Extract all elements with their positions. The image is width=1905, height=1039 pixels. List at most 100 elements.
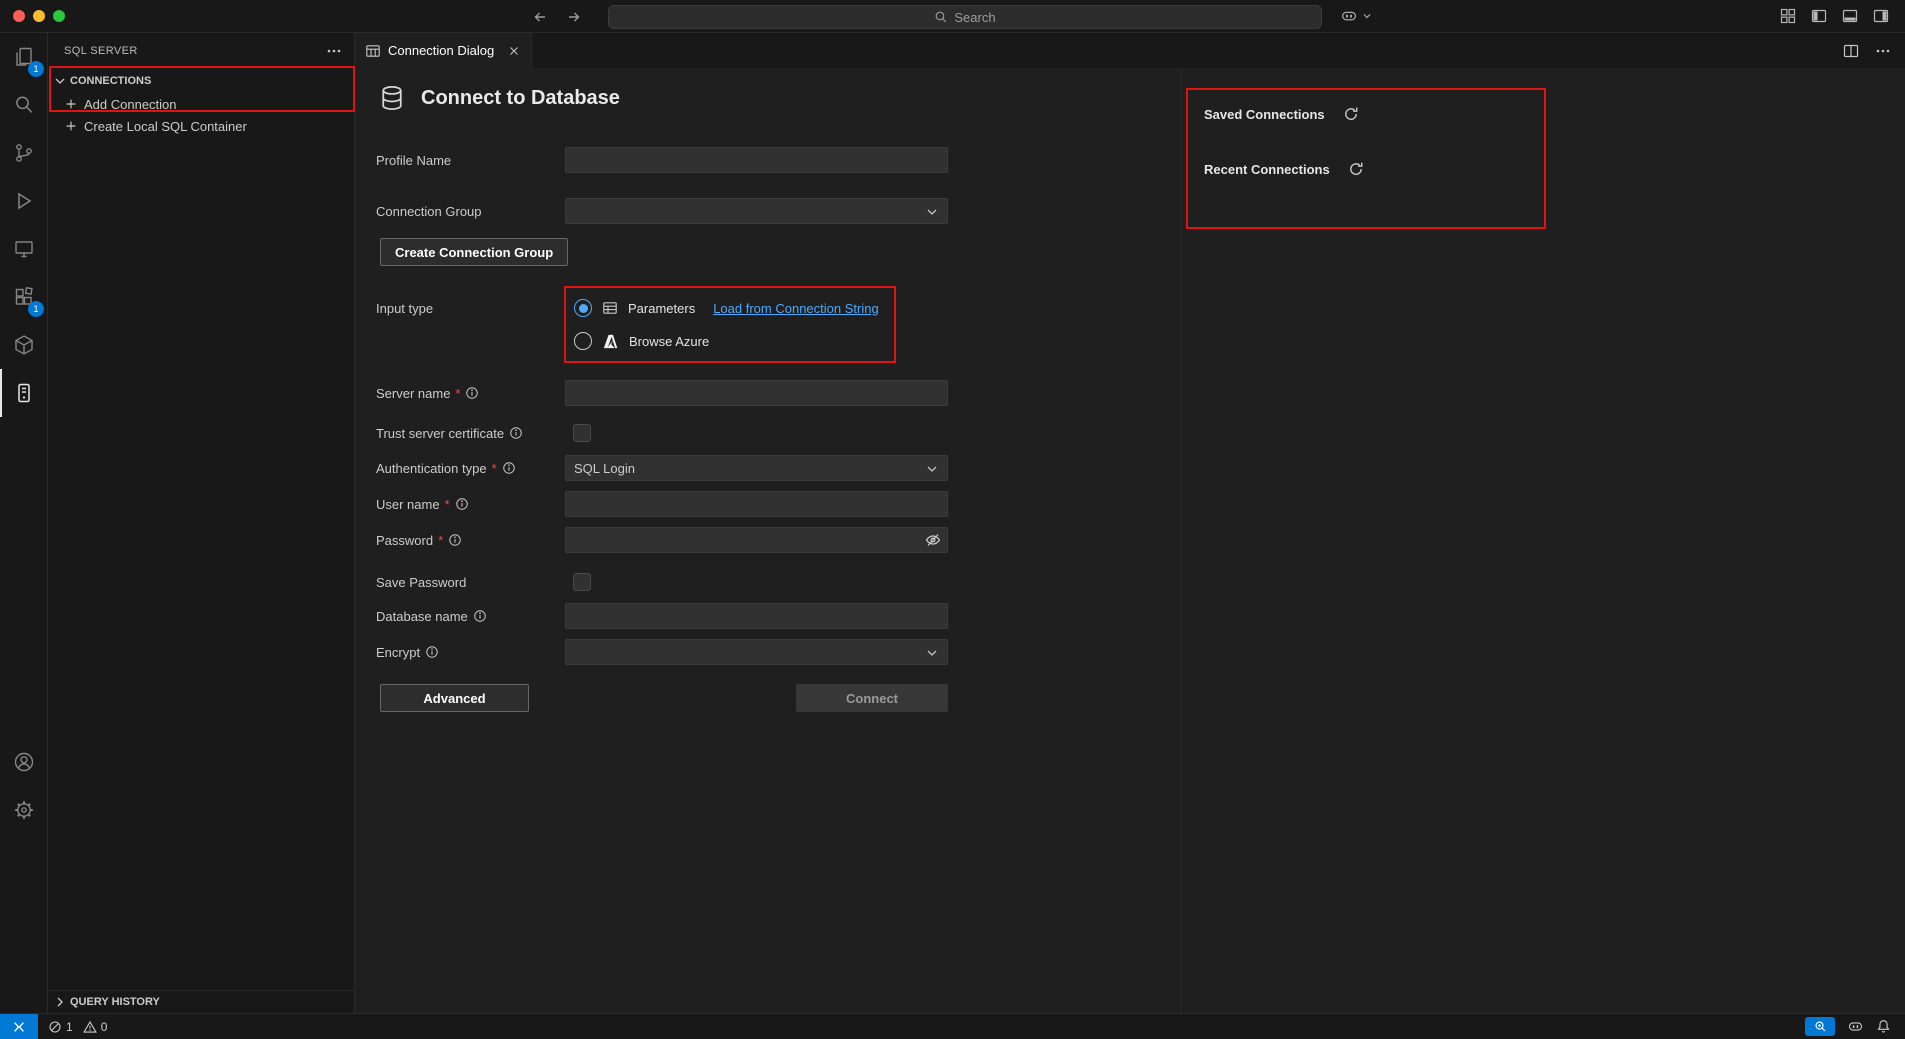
page-title: Connect to Database <box>421 87 620 110</box>
activity-run-debug[interactable] <box>0 177 48 225</box>
chevron-right-icon <box>52 994 68 1010</box>
eye-off-icon[interactable] <box>925 532 941 548</box>
command-center-search[interactable]: Search <box>608 5 1322 29</box>
warning-icon <box>83 1020 97 1034</box>
toggle-panel-icon[interactable] <box>1842 8 1858 24</box>
connections-section-header[interactable]: CONNECTIONS <box>48 70 354 92</box>
close-tab-icon[interactable] <box>507 44 521 58</box>
plus-icon <box>64 119 78 133</box>
tab-connection-dialog[interactable]: Connection Dialog <box>355 33 532 68</box>
info-icon[interactable] <box>425 645 439 659</box>
activity-containers[interactable] <box>0 321 48 369</box>
create-local-sql-container-item[interactable]: Create Local SQL Container <box>48 115 354 137</box>
authentication-type-select[interactable]: SQL Login <box>565 455 948 481</box>
toggle-secondary-sidebar-icon[interactable] <box>1873 8 1889 24</box>
parameters-radio-row: Parameters Load from Connection String <box>574 295 879 321</box>
azure-icon <box>602 333 619 350</box>
profile-name-label: Profile Name <box>376 147 451 173</box>
info-icon[interactable] <box>473 609 487 623</box>
editor-more-actions-icon[interactable] <box>1875 43 1891 59</box>
minimize-window-button[interactable] <box>33 10 45 22</box>
info-icon[interactable] <box>502 461 516 475</box>
advanced-button[interactable]: Advanced <box>380 684 529 712</box>
create-connection-group-button[interactable]: Create Connection Group <box>380 238 568 266</box>
server-name-input[interactable] <box>565 380 948 406</box>
browse-azure-label: Browse Azure <box>629 334 709 349</box>
encrypt-row: Encrypt <box>376 639 1156 667</box>
activity-extensions[interactable]: 1 <box>0 273 48 321</box>
chevron-down-icon <box>924 204 940 220</box>
copilot-status-icon[interactable] <box>1847 1018 1864 1035</box>
activity-source-control[interactable] <box>0 129 48 177</box>
info-icon[interactable] <box>455 497 469 511</box>
refresh-icon[interactable] <box>1343 106 1359 122</box>
parameters-icon <box>602 300 618 316</box>
load-from-connection-string-link[interactable]: Load from Connection String <box>713 301 878 316</box>
close-window-button[interactable] <box>13 10 25 22</box>
chevron-down-icon <box>924 645 940 661</box>
plus-icon <box>64 97 78 111</box>
warning-count: 0 <box>101 1020 108 1034</box>
saved-connections-row: Saved Connections <box>1204 106 1359 122</box>
remote-explorer-icon <box>12 237 36 261</box>
browse-azure-radio[interactable] <box>574 332 592 350</box>
chevron-down-icon <box>52 73 68 89</box>
trust-cert-row: Trust server certificate <box>376 420 1156 448</box>
user-name-input[interactable] <box>565 491 948 517</box>
connection-group-row: Connection Group <box>376 198 1156 226</box>
trust-server-certificate-checkbox[interactable] <box>573 424 591 442</box>
recent-connections-title: Recent Connections <box>1204 162 1330 177</box>
activity-explorer[interactable]: 1 <box>0 33 48 81</box>
add-connection-item[interactable]: Add Connection <box>48 93 354 115</box>
connect-button[interactable]: Connect <box>796 684 948 712</box>
activity-search[interactable] <box>0 81 48 129</box>
password-input[interactable] <box>565 527 948 553</box>
parameters-radio[interactable] <box>574 299 592 317</box>
copilot-menu-button[interactable] <box>1340 7 1373 25</box>
encrypt-label: Encrypt <box>376 639 439 665</box>
primary-sidebar: SQL SERVER CONNECTIONS Add Connection Cr… <box>48 33 355 1013</box>
search-icon <box>12 93 36 117</box>
back-button[interactable] <box>528 5 552 29</box>
run-and-debug-icon <box>12 189 36 213</box>
connection-dialog-editor: Connect to Database Profile Name Connect… <box>355 68 1181 1013</box>
password-label: Password* <box>376 527 462 553</box>
auth-type-label: Authentication type* <box>376 455 516 481</box>
encrypt-select[interactable] <box>565 639 948 665</box>
save-password-checkbox[interactable] <box>573 573 591 591</box>
profile-name-input[interactable] <box>565 147 948 173</box>
create-group-row: Create Connection Group <box>376 238 1156 266</box>
info-icon[interactable] <box>509 426 523 440</box>
save-password-row: Save Password <box>376 569 1156 597</box>
problems-indicator[interactable]: 1 0 <box>48 1020 107 1034</box>
info-icon[interactable] <box>465 386 479 400</box>
window-controls <box>13 10 65 22</box>
toggle-primary-sidebar-icon[interactable] <box>1811 8 1827 24</box>
sidebar-title: SQL SERVER <box>64 45 138 57</box>
refresh-icon[interactable] <box>1348 161 1364 177</box>
form-buttons-row: Advanced Connect <box>376 684 1156 712</box>
source-control-icon <box>12 141 36 165</box>
forward-button[interactable] <box>562 5 586 29</box>
activity-remote-explorer[interactable] <box>0 225 48 273</box>
connection-dialog-tab-icon <box>365 43 381 59</box>
maximize-window-button[interactable] <box>53 10 65 22</box>
zoom-status-indicator[interactable] <box>1805 1017 1835 1036</box>
activity-sql-server[interactable] <box>0 369 48 417</box>
sidebar-more-actions-icon[interactable] <box>326 43 342 59</box>
database-name-input[interactable] <box>565 603 948 629</box>
server-name-row: Server name* <box>376 380 1156 408</box>
split-editor-icon[interactable] <box>1843 43 1859 59</box>
page-heading: Connect to Database <box>378 84 620 112</box>
notifications-bell-icon[interactable] <box>1876 1019 1891 1034</box>
vscode-window: { "titlebar": { "search_placeholder": "S… <box>0 0 1905 1039</box>
editor-tab-bar: Connection Dialog <box>355 33 1905 68</box>
query-history-section-header[interactable]: QUERY HISTORY <box>48 990 354 1013</box>
activity-settings[interactable] <box>0 786 48 834</box>
info-icon[interactable] <box>448 533 462 547</box>
customize-layout-icon[interactable] <box>1780 8 1796 24</box>
search-icon <box>934 10 948 24</box>
connection-group-select[interactable] <box>565 198 948 224</box>
activity-accounts[interactable] <box>0 738 48 786</box>
remote-indicator[interactable] <box>0 1014 38 1039</box>
